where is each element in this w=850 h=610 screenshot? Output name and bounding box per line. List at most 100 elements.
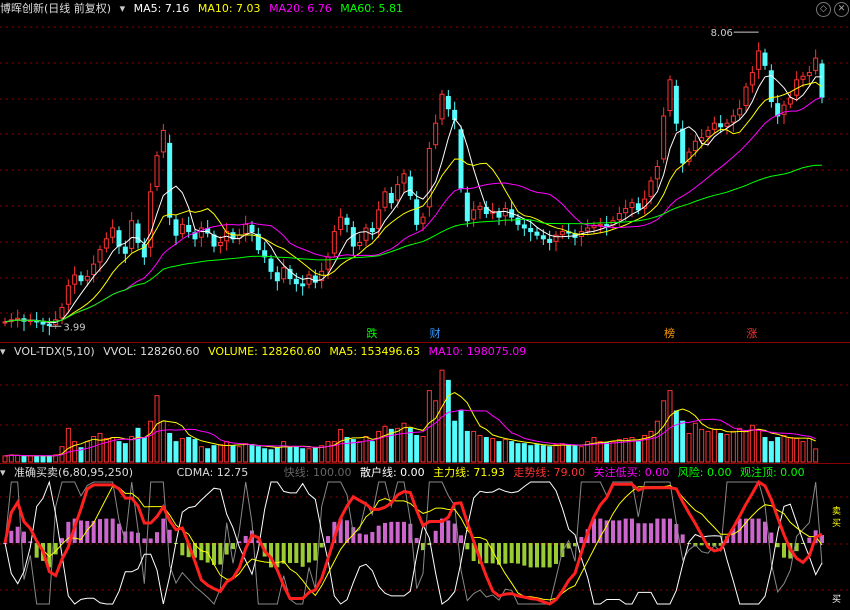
event-marker: 财 bbox=[430, 326, 441, 340]
volume-bar bbox=[211, 445, 217, 463]
candle-body bbox=[186, 224, 192, 233]
volume-bar bbox=[496, 441, 502, 463]
candle-body bbox=[654, 166, 660, 180]
volume-bar bbox=[534, 444, 540, 463]
volume-bar bbox=[667, 390, 673, 463]
candle-body bbox=[243, 223, 249, 235]
volume-bar bbox=[395, 427, 401, 463]
indicator-bar bbox=[402, 521, 406, 543]
volume-bar bbox=[604, 442, 610, 463]
indicator-bar bbox=[231, 543, 235, 550]
candle-body bbox=[129, 220, 135, 249]
volume-bar bbox=[743, 430, 749, 463]
candle-body bbox=[559, 231, 565, 236]
candle-body bbox=[420, 216, 426, 224]
candle-body bbox=[673, 85, 679, 124]
volume-bar bbox=[65, 427, 71, 463]
candle-body bbox=[179, 223, 185, 235]
candle-body bbox=[344, 217, 350, 225]
sell-signal-label: 卖 bbox=[832, 506, 841, 517]
candle-body bbox=[464, 192, 470, 222]
indicator-bar bbox=[541, 543, 546, 568]
candle-body bbox=[414, 199, 420, 225]
indicator-bar bbox=[180, 543, 185, 556]
volume-bar bbox=[338, 428, 344, 463]
indicator-bar bbox=[642, 523, 647, 543]
candle-body bbox=[629, 202, 635, 209]
candle-body bbox=[376, 209, 382, 229]
volume-bar bbox=[205, 448, 211, 463]
volume-bar bbox=[281, 441, 287, 463]
event-marker: 跌 bbox=[366, 326, 377, 340]
indicator-bar bbox=[117, 523, 121, 543]
candle-body bbox=[357, 241, 363, 247]
volume-bar bbox=[515, 443, 521, 463]
volume-bar bbox=[173, 441, 179, 463]
candle-body bbox=[65, 285, 71, 305]
stock-chart[interactable]: 8.063.99 跌财榜涨卖买买 bbox=[0, 0, 850, 610]
indicator-bar bbox=[516, 543, 520, 564]
volume-bar bbox=[243, 443, 249, 463]
volume-bar bbox=[705, 430, 711, 463]
volume-bar bbox=[46, 455, 52, 463]
indicator-bar bbox=[509, 543, 514, 564]
volume-bar bbox=[654, 420, 660, 463]
volume-bar bbox=[293, 446, 299, 463]
candle-body bbox=[623, 207, 629, 214]
volume-bar bbox=[363, 436, 369, 463]
indicator-bar bbox=[465, 543, 470, 550]
indicator-bar bbox=[763, 521, 767, 543]
candle-body bbox=[40, 321, 46, 325]
indicator-bar bbox=[636, 523, 641, 543]
volume-bar bbox=[559, 443, 565, 463]
indicator-bar bbox=[655, 518, 660, 543]
indicator-bar bbox=[484, 543, 489, 564]
volume-bar bbox=[27, 455, 33, 463]
high-price-label: 8.06 bbox=[711, 28, 733, 39]
volume-bar bbox=[192, 439, 198, 463]
candle-body bbox=[84, 275, 90, 281]
candle-body bbox=[160, 129, 166, 153]
bottom-signal-label: 买 bbox=[832, 594, 841, 605]
indicator-bar bbox=[579, 536, 584, 543]
indicator-bar bbox=[680, 534, 685, 543]
candle-body bbox=[540, 235, 546, 240]
volume-bar bbox=[724, 433, 730, 463]
indicator-bar bbox=[535, 543, 539, 568]
indicator-bar bbox=[218, 543, 223, 565]
volume-bar bbox=[369, 441, 375, 463]
indicator-bar bbox=[104, 518, 109, 543]
volume-bar bbox=[756, 428, 762, 463]
volume-bar bbox=[540, 445, 546, 463]
volume-bar bbox=[230, 445, 236, 463]
candle-body bbox=[293, 278, 299, 285]
event-marker: 涨 bbox=[746, 327, 757, 340]
candle-body bbox=[762, 52, 768, 66]
indicator-bar bbox=[750, 518, 755, 543]
candle-body bbox=[724, 122, 730, 127]
volume-bar bbox=[553, 444, 559, 463]
volume-bar bbox=[414, 434, 420, 463]
indicator-bar bbox=[294, 543, 299, 564]
volume-bar bbox=[287, 446, 293, 463]
volume-bar bbox=[471, 430, 477, 463]
volume-bar bbox=[268, 449, 274, 463]
volume-bar bbox=[420, 436, 426, 463]
indicator-bar bbox=[649, 523, 653, 543]
volume-bar bbox=[787, 437, 793, 463]
candle-body bbox=[217, 241, 223, 247]
candle-body bbox=[496, 211, 502, 218]
indicator-bar bbox=[98, 519, 102, 543]
volume-bar bbox=[84, 441, 90, 463]
candle-body bbox=[743, 86, 749, 106]
ma60-line bbox=[4, 164, 823, 323]
volume-bar bbox=[578, 446, 584, 463]
volume-bar bbox=[141, 437, 147, 463]
volume-bar bbox=[673, 410, 679, 463]
candle-body bbox=[274, 272, 280, 282]
candle-body bbox=[515, 217, 521, 225]
volume-bar bbox=[711, 428, 717, 463]
volume-bar bbox=[635, 441, 641, 463]
indicator-bar bbox=[459, 535, 463, 543]
candle-body bbox=[268, 258, 274, 272]
